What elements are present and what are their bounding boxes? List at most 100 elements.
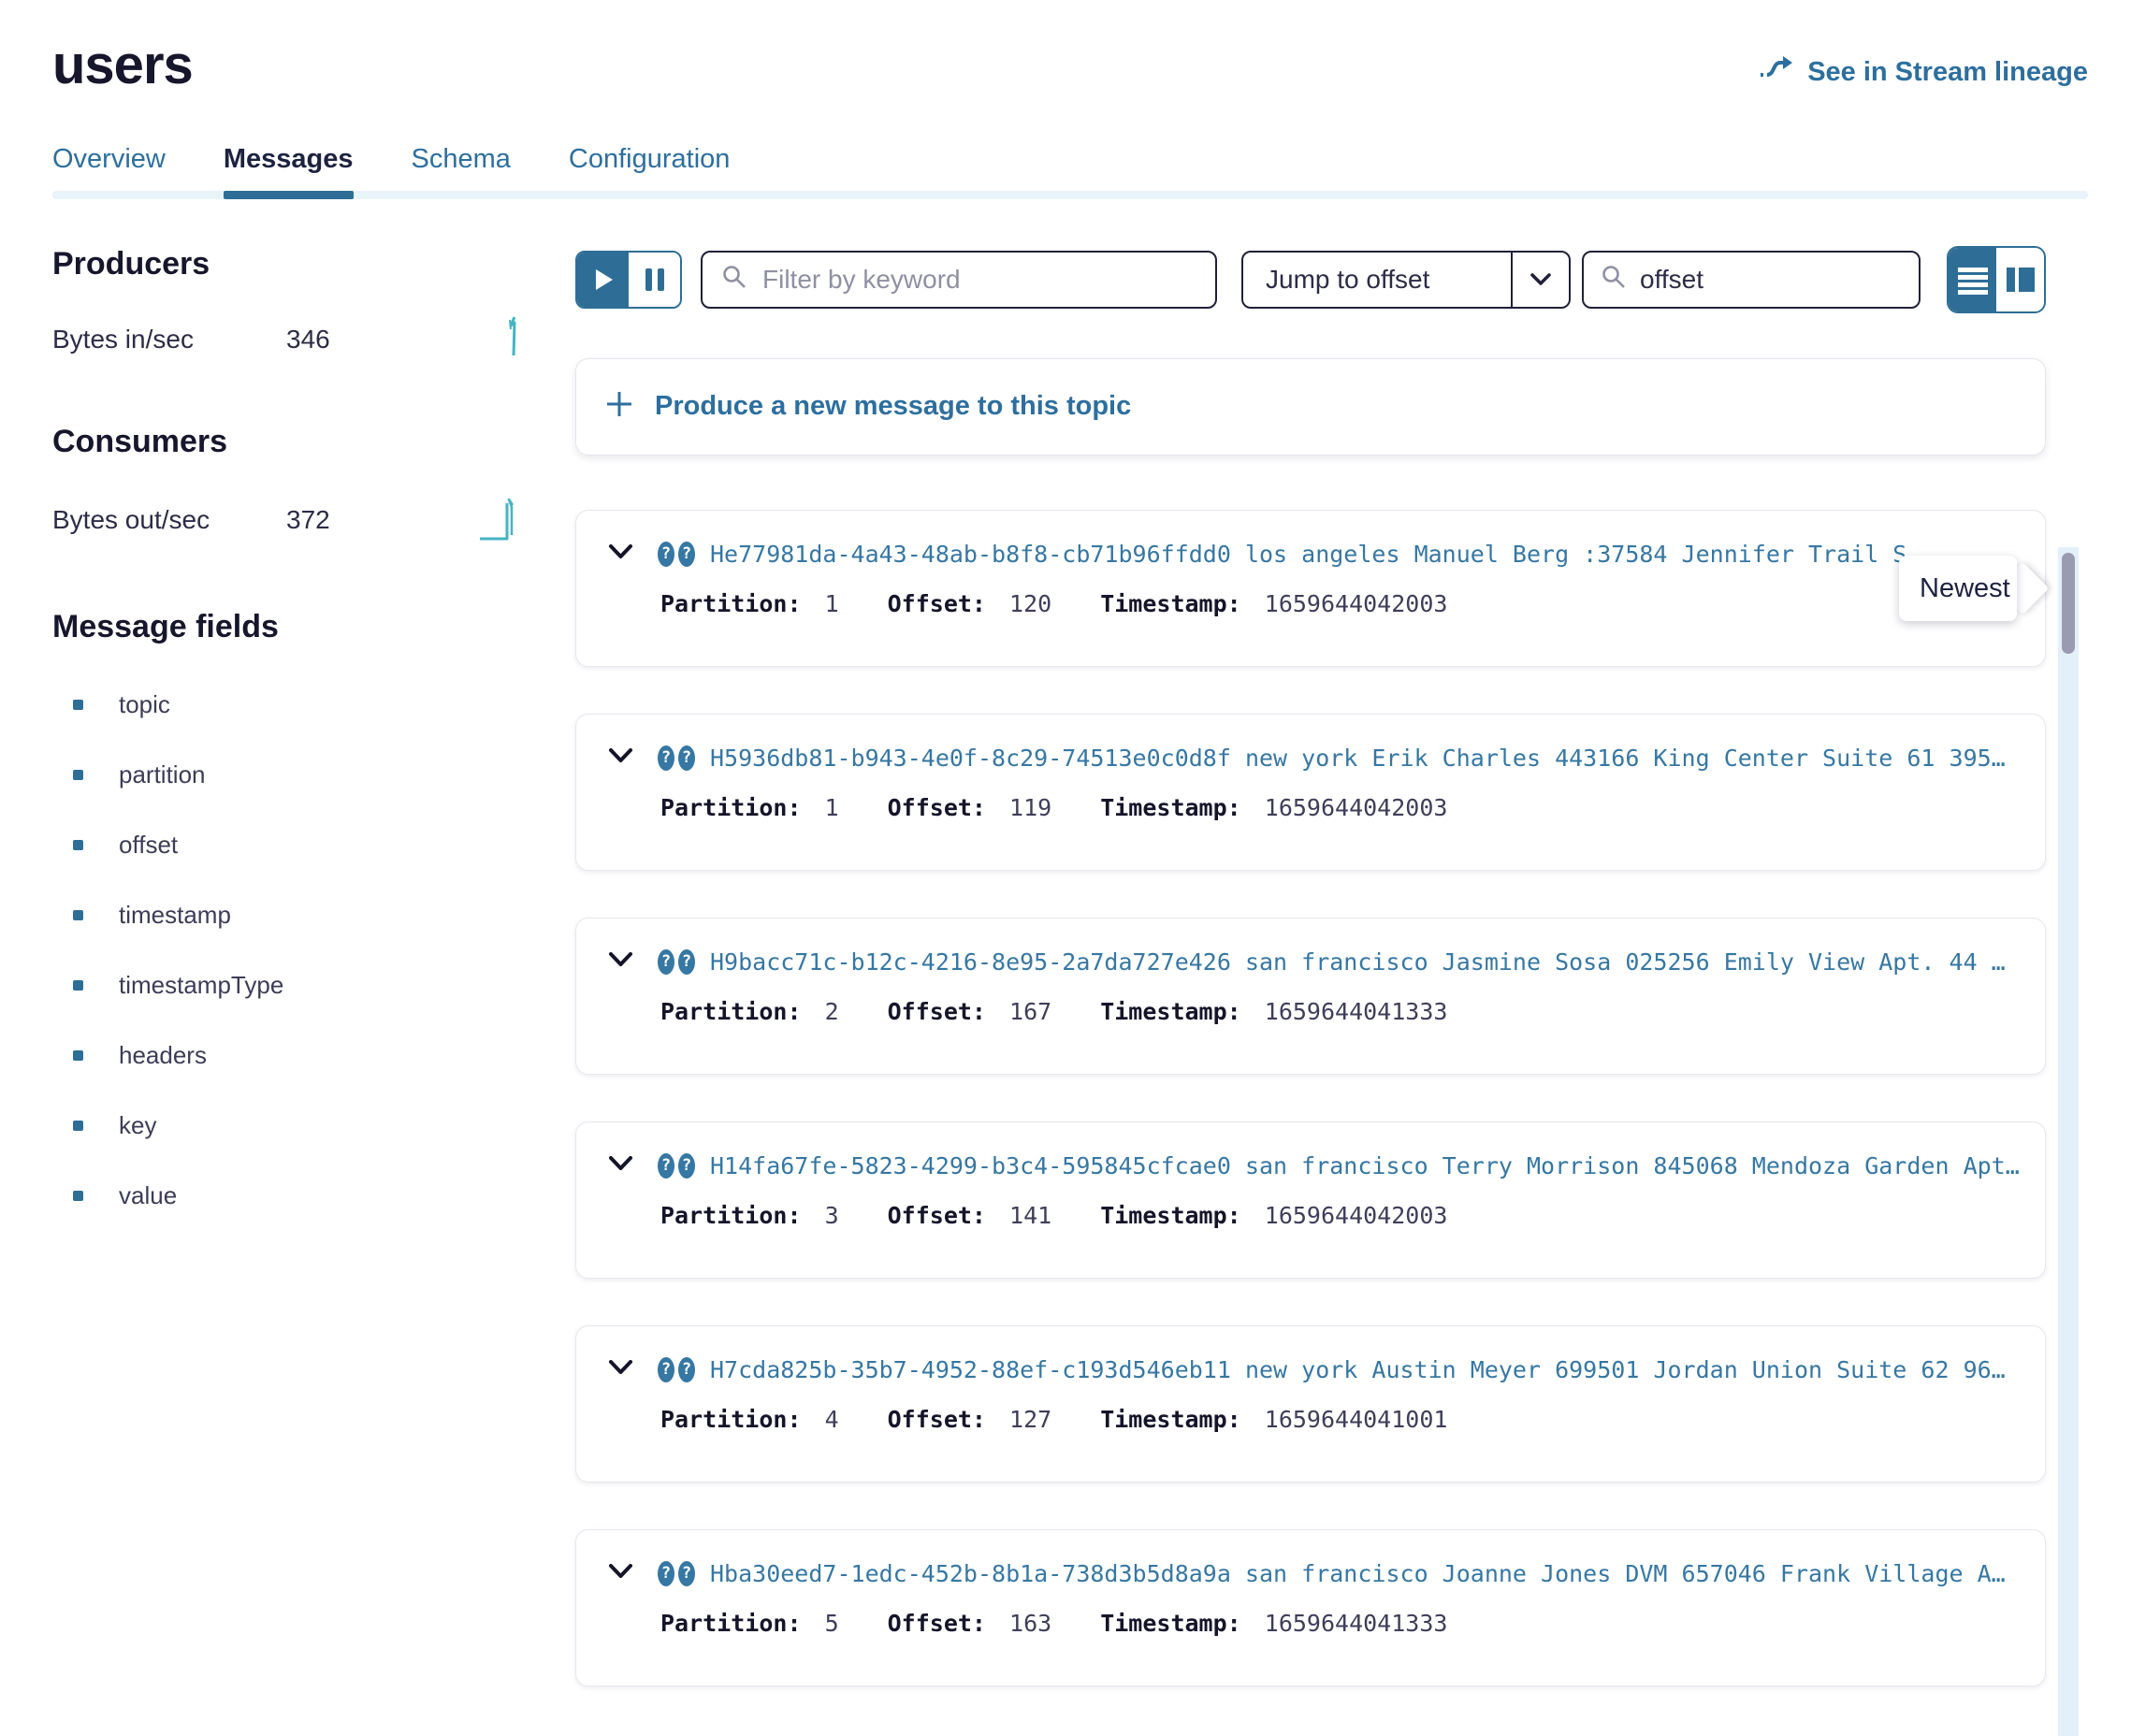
split-view-button[interactable] (1996, 248, 2044, 311)
chevron-down-icon[interactable] (1513, 273, 1569, 286)
timestamp-field: Timestamp: 1659644041333 (1100, 1610, 1447, 1637)
offset-value: 119 (995, 794, 1051, 821)
message-list-scrollbar[interactable] (2058, 547, 2079, 1736)
message-card[interactable]: ? ? H7cda825b-35b7-4952-88ef-c193d546eb1… (575, 1325, 2046, 1483)
scrollbar-thumb[interactable] (2062, 553, 2075, 654)
message-field-item-timestampType[interactable]: timestampType (52, 950, 525, 1020)
message-field-item-key[interactable]: key (52, 1091, 525, 1161)
bytes-in-value: 346 (286, 325, 330, 354)
list-view-button[interactable] (1949, 248, 1996, 311)
message-field-item-value[interactable]: value (52, 1161, 525, 1231)
message-field-item-topic[interactable]: topic (52, 670, 525, 740)
offset-field: Offset: 167 (888, 998, 1052, 1025)
offset-field: Offset: 127 (888, 1406, 1052, 1433)
replacement-char-icon: ? (678, 949, 695, 975)
chevron-down-icon[interactable] (608, 748, 633, 768)
message-card[interactable]: ? ? H14fa67fe-5823-4299-b3c4-595845cfcae… (575, 1121, 2046, 1279)
message-fields-list: topic partition offset timestamp timesta… (52, 670, 525, 1231)
see-in-stream-lineage-link[interactable]: See in Stream lineage (1759, 54, 2088, 90)
timestamp-field: Timestamp: 1659644042003 (1100, 590, 1447, 617)
message-card[interactable]: ? ? H5936db81-b943-4e0f-8c29-74513e0c0d8… (575, 714, 2046, 871)
replacement-char-icon: ? (658, 949, 674, 975)
field-bullet-icon (73, 1191, 83, 1201)
message-key: H14fa67fe-5823-4299-b3c4-595845cfcae0 sa… (710, 1152, 2020, 1179)
field-bullet-icon (73, 1050, 83, 1061)
message-card[interactable]: ? ? H9bacc71c-b12c-4216-8e95-2a7da727e42… (575, 918, 2046, 1075)
message-list: ? ? He77981da-4a43-48ab-b8f8-cb71b96ffdd… (575, 510, 2046, 1686)
timestamp-value: 1659644042003 (1251, 1202, 1448, 1229)
message-field-item-partition[interactable]: partition (52, 740, 525, 810)
field-label: timestamp (119, 901, 231, 930)
message-meta: Partition: 4 Offset: 127 Timestamp: 1659… (660, 1406, 2022, 1433)
partition-label: Partition: (660, 794, 802, 821)
messages-toolbar: Jump to offset (575, 246, 2046, 313)
replacement-char-icon: ? (678, 542, 695, 567)
message-row[interactable]: ? ? H5936db81-b943-4e0f-8c29-74513e0c0d8… (608, 745, 2022, 772)
chevron-down-icon[interactable] (608, 1564, 633, 1584)
message-field-item-offset[interactable]: offset (52, 810, 525, 880)
message-meta: Partition: 1 Offset: 119 Timestamp: 1659… (660, 794, 2022, 821)
offset-label: Offset: (888, 1610, 986, 1637)
produce-message-button[interactable]: Produce a new message to this topic (575, 358, 2046, 456)
offset-input[interactable] (1638, 264, 1902, 296)
filter-keyword-input[interactable] (761, 264, 1196, 296)
message-meta: Partition: 2 Offset: 167 Timestamp: 1659… (660, 998, 2022, 1025)
chevron-down-icon[interactable] (608, 952, 633, 972)
field-label: value (119, 1181, 177, 1210)
field-bullet-icon (73, 980, 83, 991)
message-row[interactable]: ? ? H9bacc71c-b12c-4216-8e95-2a7da727e42… (608, 948, 2022, 976)
replacement-char-icon: ? (678, 1357, 695, 1382)
offset-label: Offset: (888, 1202, 986, 1229)
pause-button[interactable] (629, 253, 680, 307)
message-key: H9bacc71c-b12c-4216-8e95-2a7da727e426 sa… (710, 948, 2006, 976)
message-field-item-timestamp[interactable]: timestamp (52, 880, 525, 950)
bytes-in-sparkline-icon (500, 314, 525, 366)
page-header: users See in Stream lineage (52, 0, 2088, 95)
newest-position-tooltip: Newest (1899, 556, 2049, 621)
tab-messages[interactable]: Messages (224, 144, 354, 199)
tab-schema[interactable]: Schema (412, 144, 511, 199)
messages-panel: Jump to offset (575, 199, 2046, 1686)
tab-overview[interactable]: Overview (52, 144, 166, 199)
bytes-out-label: Bytes out/sec (52, 505, 286, 535)
lineage-link-label: See in Stream lineage (1807, 57, 2088, 88)
timestamp-label: Timestamp: (1100, 998, 1241, 1025)
partition-field: Partition: 3 (660, 1202, 839, 1229)
offset-label: Offset: (888, 590, 986, 617)
message-field-item-headers[interactable]: headers (52, 1020, 525, 1091)
producers-heading: Producers (52, 246, 525, 282)
jump-to-offset-select[interactable]: Jump to offset (1241, 251, 1571, 309)
replacement-char-icon: ? (658, 745, 674, 771)
timestamp-field: Timestamp: 1659644042003 (1100, 794, 1447, 821)
message-card[interactable]: ? ? Hba30eed7-1edc-452b-8b1a-738d3b5d8a9… (575, 1529, 2046, 1686)
message-row[interactable]: ? ? H7cda825b-35b7-4952-88ef-c193d546eb1… (608, 1356, 2022, 1383)
chevron-down-icon[interactable] (608, 544, 633, 564)
chevron-down-icon[interactable] (608, 1360, 633, 1380)
offset-field: Offset: 163 (888, 1610, 1052, 1637)
offset-value: 163 (995, 1610, 1051, 1637)
field-label: partition (119, 760, 206, 789)
message-row[interactable]: ? ? H14fa67fe-5823-4299-b3c4-595845cfcae… (608, 1152, 2022, 1179)
play-button[interactable] (577, 253, 629, 307)
partition-label: Partition: (660, 1202, 802, 1229)
chevron-down-icon[interactable] (608, 1156, 633, 1176)
timestamp-label: Timestamp: (1100, 590, 1241, 617)
offset-label: Offset: (888, 998, 986, 1025)
message-row[interactable]: ? ? Hba30eed7-1edc-452b-8b1a-738d3b5d8a9… (608, 1560, 2022, 1587)
field-label: offset (119, 831, 178, 860)
tab-configuration[interactable]: Configuration (569, 144, 731, 199)
message-row[interactable]: ? ? He77981da-4a43-48ab-b8f8-cb71b96ffdd… (608, 541, 2022, 568)
field-bullet-icon (73, 770, 83, 780)
replacement-char-icon: ? (678, 745, 695, 771)
message-card[interactable]: ? ? He77981da-4a43-48ab-b8f8-cb71b96ffdd… (575, 510, 2046, 667)
timestamp-value: 1659644041333 (1251, 998, 1448, 1025)
partition-value: 4 (811, 1406, 839, 1433)
offset-value: 127 (995, 1406, 1051, 1433)
field-bullet-icon (73, 910, 83, 920)
bytes-in-stat: Bytes in/sec 346 (52, 314, 525, 366)
field-label: key (119, 1111, 156, 1140)
replacement-char-icon: ? (658, 1561, 674, 1586)
offset-value: 120 (995, 590, 1051, 617)
partition-label: Partition: (660, 1610, 802, 1637)
timestamp-label: Timestamp: (1100, 1610, 1241, 1637)
